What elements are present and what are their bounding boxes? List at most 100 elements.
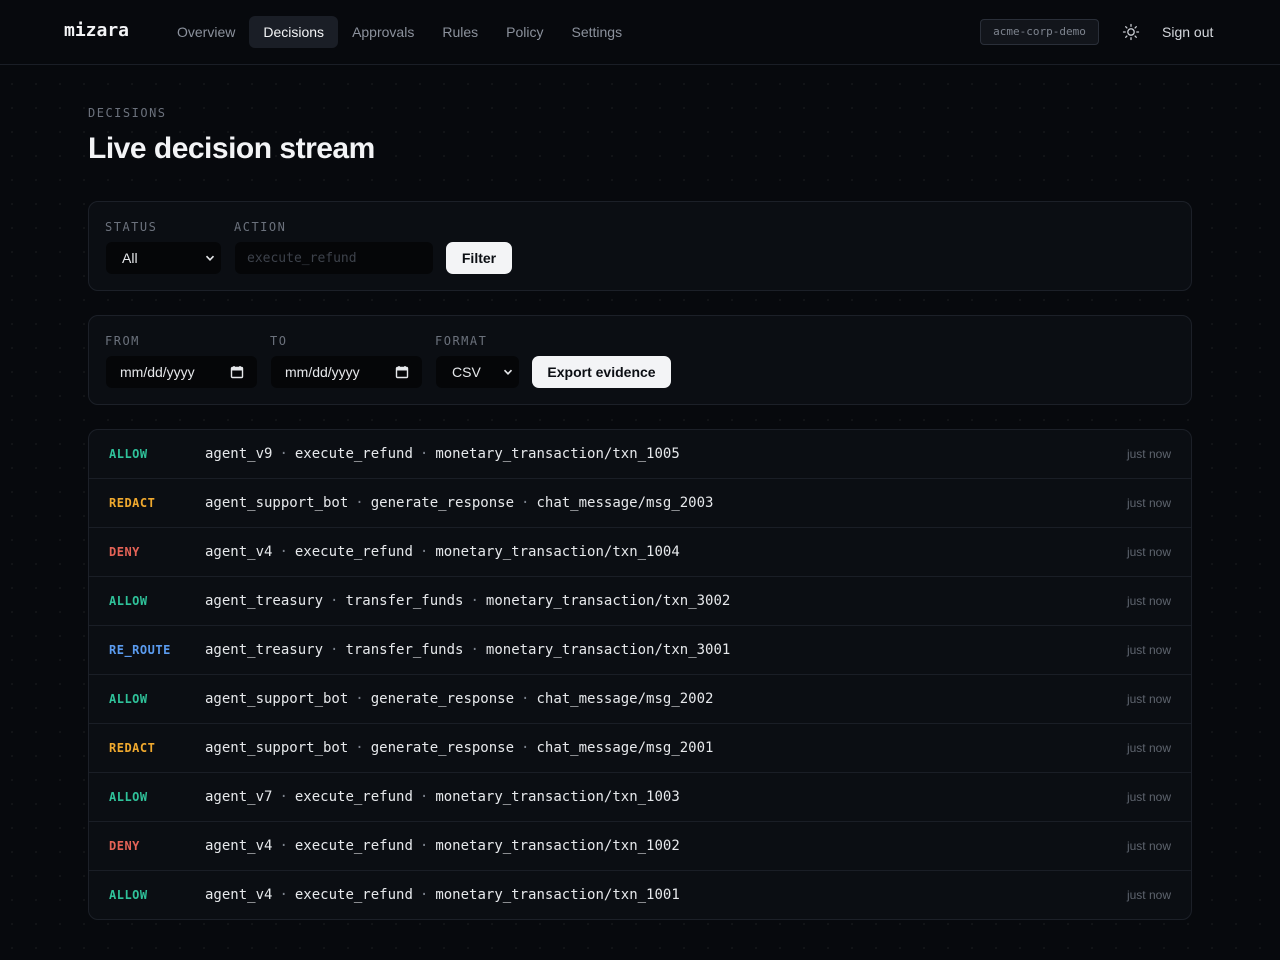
decision-row[interactable]: DENY agent_v4 · execute_refund · monetary_tra… [89,528,1191,577]
separator-dot: · [419,887,429,903]
decision-detail: agent_v4 · execute_refund · monetary_transac… [205,544,680,560]
nav-item-approvals[interactable]: Approvals [338,16,428,48]
decision-agent: agent_support_bot [205,495,349,511]
nav-item-decisions[interactable]: Decisions [249,16,339,48]
separator-dot: · [330,593,339,609]
verdict-badge: ALLOW [109,447,148,461]
decision-agent: agent_support_bot [205,691,349,707]
decision-row[interactable]: ALLOW agent_v7 · execute_refund · monetary_tr… [89,773,1191,822]
calendar-icon[interactable] [395,365,409,379]
decision-action: generate_response [370,740,515,756]
decision-detail: agent_v4 · execute_refund · monetary_transac… [205,887,680,903]
separator-dot: · [279,838,288,854]
status-label: STATUS [105,220,158,234]
decision-detail: agent_treasury · transfer_funds · monetary_t… [205,593,730,609]
decision-row[interactable]: ALLOW agent_treasury · transfer_funds · monet… [89,577,1191,626]
decision-row[interactable]: ALLOW agent_v9 · execute_refund · monetary_tr… [89,430,1191,479]
verdict-badge: REDACT [109,741,156,755]
decision-timestamp: just now [1126,839,1171,853]
separator-dot: · [419,789,429,805]
decision-timestamp: just now [1126,643,1171,657]
sign-out-button[interactable]: Sign out [1162,24,1213,40]
decision-agent: agent_v4 [205,887,273,903]
decision-agent: agent_treasury [205,642,324,658]
decision-action: transfer_funds [345,642,464,658]
decision-row[interactable]: ALLOW agent_support_bot · generate_response… [89,675,1191,724]
decision-detail: agent_v9 · execute_refund · monetary_transac… [205,446,680,462]
decision-detail: agent_v7 · execute_refund · monetary_transac… [205,789,680,805]
decision-row[interactable]: ALLOW agent_v4 · execute_refund · monetary_tr… [89,871,1191,919]
status-select[interactable]: All [106,242,221,274]
separator-dot: · [470,593,479,609]
decision-resource: monetary_transaction/txn_3002 [485,593,731,609]
decision-timestamp: just now [1126,692,1171,706]
separator-dot: · [355,740,364,756]
decision-row[interactable]: REDACT agent_support_bot · generate_respons… [89,724,1191,773]
decision-action: generate_response [370,691,515,707]
decision-row[interactable]: RE_ROUTE agent_treasury · transfer_funds · mo… [89,626,1191,675]
decision-resource: chat_message/msg_2002 [536,691,714,707]
app-logo[interactable]: mizara [64,20,129,41]
decision-timestamp: just now [1126,594,1171,608]
tenant-badge[interactable]: acme-corp-demo [980,19,1099,45]
separator-dot: · [279,789,288,805]
decision-resource: chat_message/msg_2001 [536,740,714,756]
calendar-icon[interactable] [230,365,244,379]
decision-resource: monetary_transaction/txn_1005 [435,446,680,462]
main-nav: Overview Decisions Approvals Rules Polic… [163,16,636,48]
decision-action: transfer_funds [345,593,464,609]
decision-detail: agent_v4 · execute_refund · monetary_transac… [205,838,680,854]
separator-dot: · [470,642,479,658]
decision-agent: agent_v4 [205,838,273,854]
format-select[interactable]: CSV [436,356,519,388]
nav-item-settings[interactable]: Settings [557,16,636,48]
decision-row[interactable]: DENY agent_v4 · execute_refund · monetary_tra… [89,822,1191,871]
decision-action: generate_response [370,495,515,511]
decision-resource: monetary_transaction/txn_1003 [435,789,680,805]
decision-resource: monetary_transaction/txn_1001 [435,887,680,903]
to-label: TO [270,334,288,348]
separator-dot: · [419,544,429,560]
separator-dot: · [279,446,288,462]
decision-detail: agent_support_bot · generate_response · chat… [205,691,713,707]
decision-timestamp: just now [1126,447,1171,461]
decision-action: execute_refund [294,789,413,805]
nav-item-rules[interactable]: Rules [428,16,492,48]
verdict-badge: ALLOW [109,594,148,608]
decision-agent: agent_v9 [205,446,273,462]
nav-item-policy[interactable]: Policy [492,16,557,48]
action-label: ACTION [234,220,287,234]
decision-resource: chat_message/msg_2003 [536,495,714,511]
page-title: Live decision stream [88,132,375,165]
filter-button[interactable]: Filter [446,242,512,274]
verdict-badge: REDACT [109,496,156,510]
separator-dot: · [330,642,339,658]
export-evidence-button[interactable]: Export evidence [532,356,671,388]
from-date-input[interactable]: mm/dd/yyyy [106,356,257,388]
separator-dot: · [355,691,364,707]
decision-timestamp: just now [1126,496,1171,510]
from-label: FROM [105,334,140,348]
decision-agent: agent_support_bot [205,740,349,756]
chevron-down-icon [205,255,215,261]
decision-row[interactable]: REDACT agent_support_bot · generate_respons… [89,479,1191,528]
separator-dot: · [419,446,429,462]
separator-dot: · [279,544,288,560]
format-label: FORMAT [435,334,488,348]
chevron-down-icon [503,369,513,375]
to-date-placeholder: mm/dd/yyyy [285,364,360,380]
format-select-value: CSV [452,364,481,380]
nav-item-overview[interactable]: Overview [163,16,249,48]
action-input[interactable] [235,242,433,274]
verdict-badge: ALLOW [109,692,148,706]
verdict-badge: DENY [109,545,140,559]
separator-dot: · [419,838,429,854]
status-select-value: All [122,250,138,266]
to-date-input[interactable]: mm/dd/yyyy [271,356,422,388]
from-date-placeholder: mm/dd/yyyy [120,364,195,380]
decision-action: execute_refund [294,544,413,560]
decision-timestamp: just now [1126,545,1171,559]
sun-icon[interactable] [1122,23,1140,41]
top-bar: mizara Overview Decisions Approvals Rule… [0,0,1280,65]
filter-card: STATUS All ACTION Filter [88,201,1192,291]
